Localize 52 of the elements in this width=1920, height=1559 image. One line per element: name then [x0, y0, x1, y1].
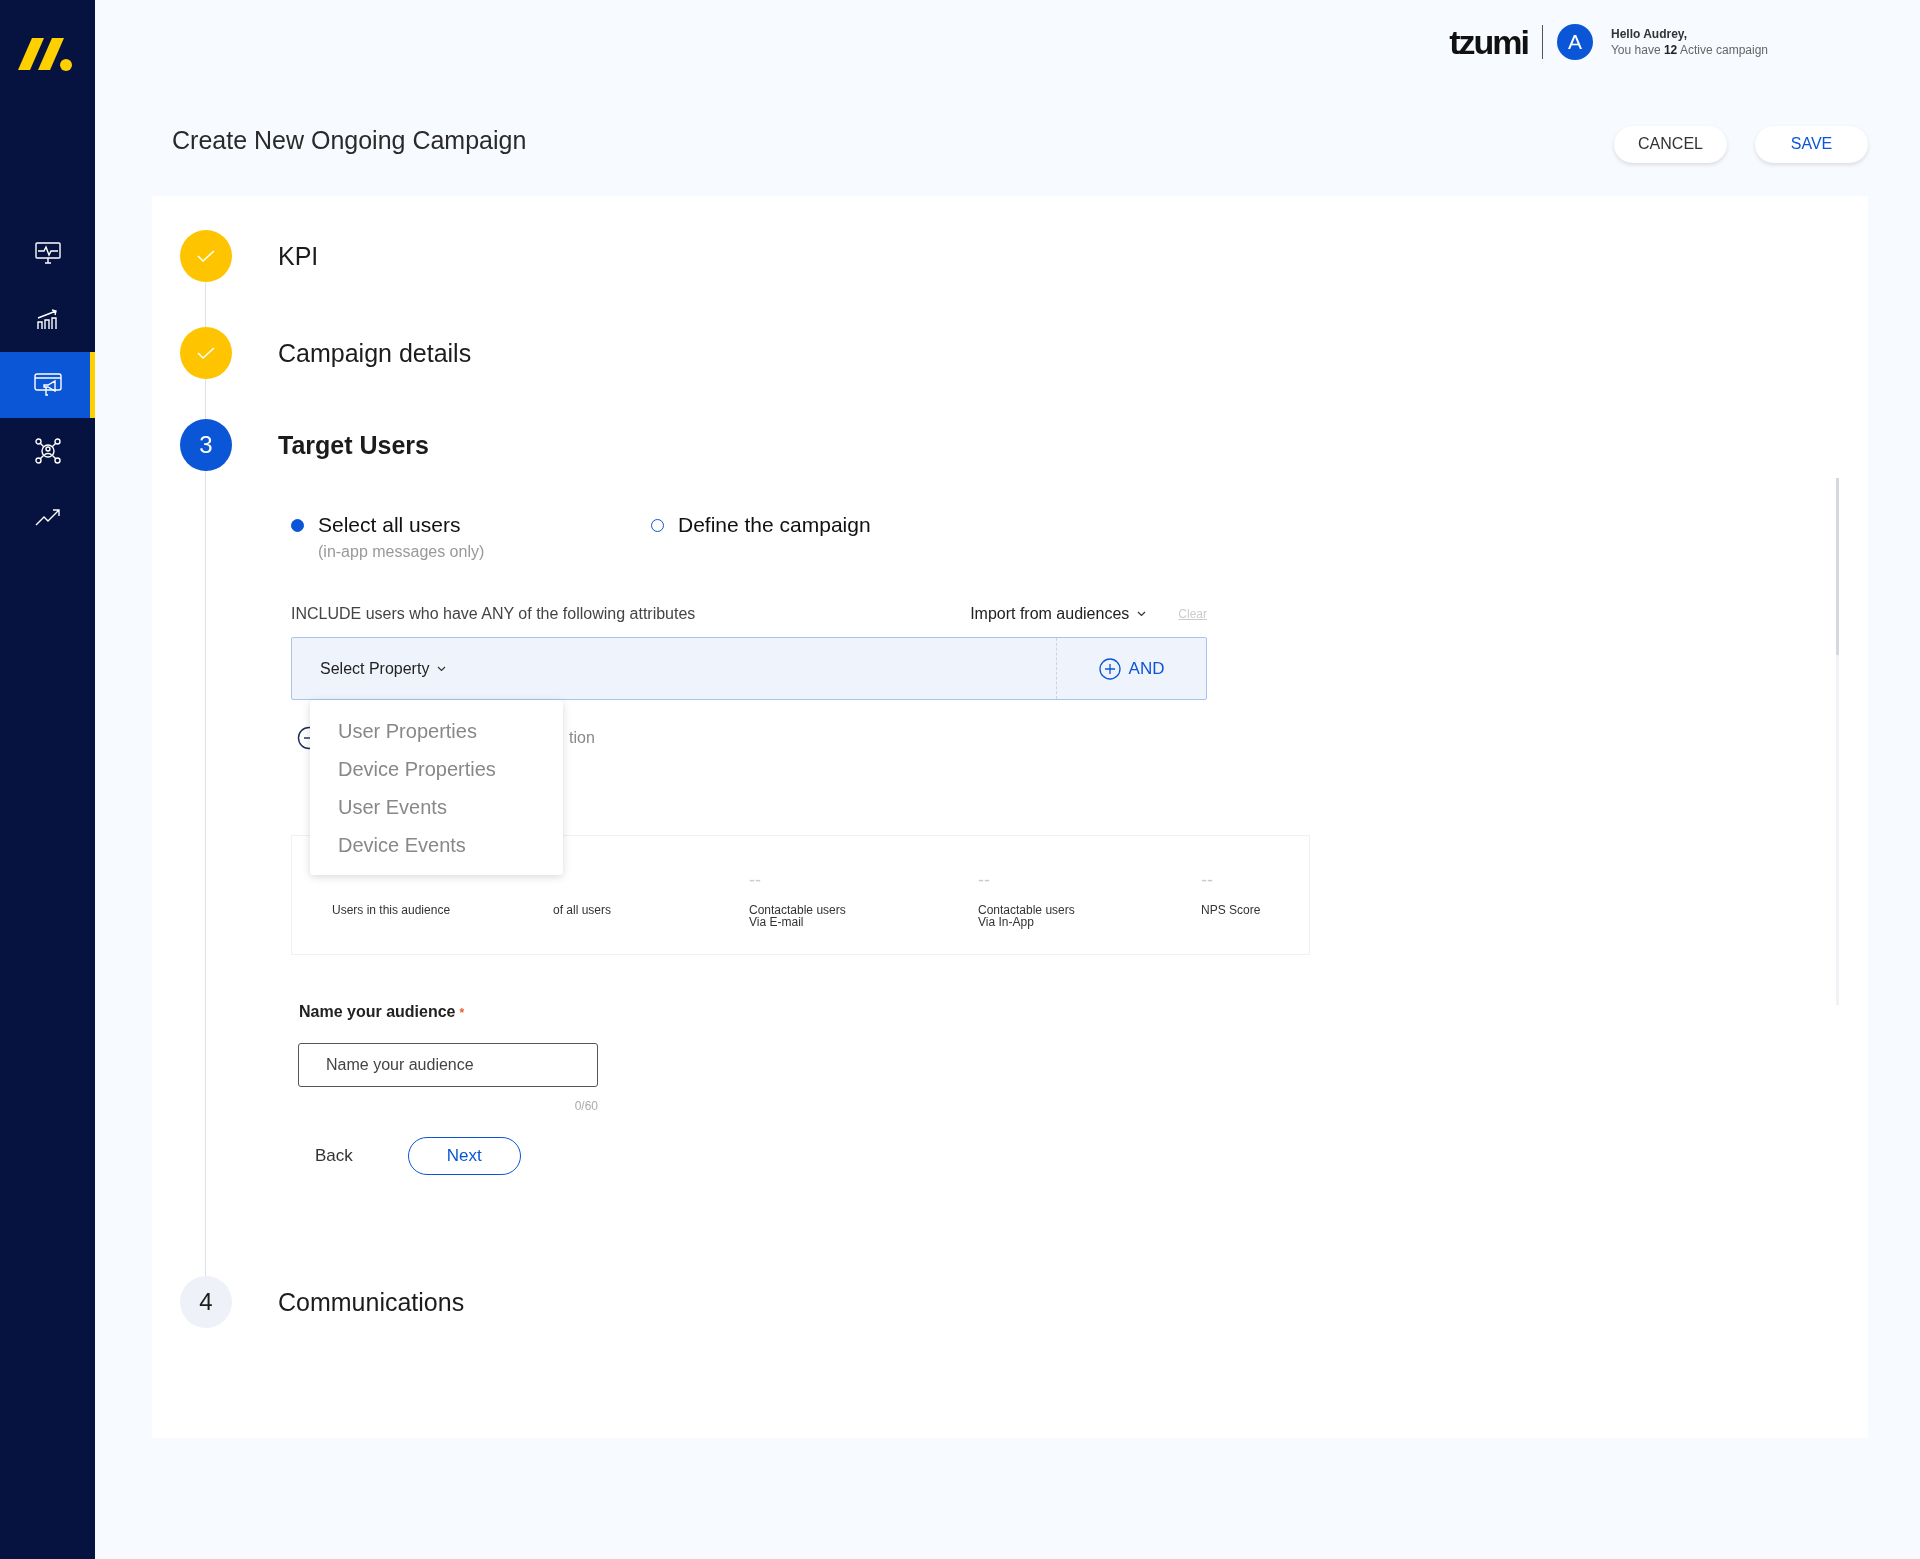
cancel-button[interactable]: CANCEL: [1614, 125, 1727, 163]
import-dropdown[interactable]: Import from audiences: [970, 605, 1147, 623]
stat-value: --: [749, 870, 762, 892]
greeting: Hello Audrey,: [1610, 27, 1688, 41]
stat-label: Contactable users Via In-App: [978, 904, 1076, 928]
step-number: 4: [180, 1276, 232, 1328]
radio-note: (in-app messages only): [318, 543, 485, 561]
scrollbar[interactable]: [1836, 478, 1839, 1005]
user-network-icon: [34, 438, 61, 464]
monitor-icon: [34, 242, 61, 264]
chevron-down-icon: [1137, 611, 1147, 617]
next-button[interactable]: Next: [407, 1137, 521, 1175]
menu-item[interactable]: User Events: [310, 796, 563, 819]
field-label: Name your audience: [299, 1003, 456, 1020]
step-title: Target Users: [278, 430, 429, 460]
back-button[interactable]: Back: [315, 1146, 353, 1166]
audience-name-field[interactable]: Name your audience: [298, 1043, 598, 1087]
step-title: Communications: [278, 1287, 465, 1317]
logo-icon: [18, 36, 74, 72]
megaphone-screen-icon: [33, 373, 62, 397]
include-rule-text: INCLUDE users who have ANY of the following attributes: [291, 605, 697, 623]
menu-item[interactable]: Device Events: [310, 834, 563, 857]
plus-circle-icon: [1098, 657, 1121, 680]
step-number: 3: [180, 419, 232, 471]
trend-up-icon: [34, 508, 61, 526]
stat-label: of all users: [553, 904, 613, 916]
brand-logo: tzumi: [1449, 22, 1528, 62]
step-title: Campaign details: [278, 338, 472, 368]
avatar[interactable]: A: [1556, 24, 1593, 60]
menu-item[interactable]: Device Properties: [310, 758, 563, 781]
radio-label[interactable]: Define the campaign: [678, 513, 871, 537]
stat-label: Contactable users Via E-mail: [749, 904, 847, 928]
bar-chart-icon: [35, 308, 60, 330]
page-title: Create New Ongoing Campaign: [172, 125, 527, 155]
and-button[interactable]: AND: [1056, 638, 1206, 699]
check-icon: [196, 346, 216, 360]
save-button[interactable]: SAVE: [1755, 125, 1868, 163]
required-mark: *: [459, 1006, 465, 1020]
stat-label: NPS Score: [1201, 904, 1262, 916]
stat-label: Users in this audience: [332, 904, 452, 916]
radio-button[interactable]: [291, 519, 304, 532]
radio-label[interactable]: Select all users: [318, 513, 485, 537]
campaign-count: You have 12 Active campaign: [1610, 43, 1768, 57]
condition-label: tion: [569, 729, 595, 747]
character-counter: 0/60: [573, 1099, 598, 1113]
step-title: KPI: [278, 241, 319, 271]
check-icon: [196, 249, 216, 263]
stat-value: --: [978, 870, 991, 892]
property-dropdown[interactable]: Select Property: [292, 638, 1056, 699]
stat-value: --: [1201, 870, 1214, 892]
menu-item[interactable]: User Properties: [310, 720, 563, 743]
chevron-down-icon: [437, 665, 447, 672]
